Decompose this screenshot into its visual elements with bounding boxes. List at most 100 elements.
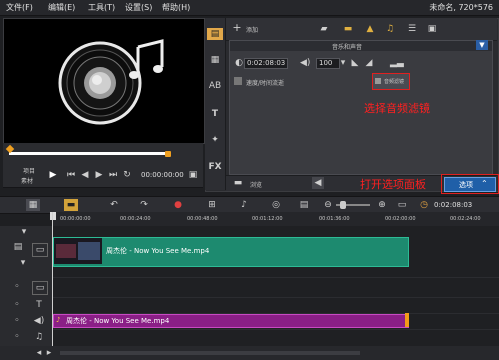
motion-track-icon[interactable]: ◎ bbox=[270, 199, 282, 211]
music-note-icon[interactable]: ♫ bbox=[384, 23, 396, 35]
duration-field[interactable]: 0:02:08:03 bbox=[244, 58, 289, 69]
image-filter-icon[interactable]: ▲ bbox=[364, 23, 376, 35]
add-icon[interactable]: + bbox=[232, 22, 242, 34]
menu-file[interactable]: 文件(F) bbox=[6, 2, 33, 13]
voice-icon[interactable]: ◀) bbox=[32, 315, 46, 327]
playhead[interactable] bbox=[50, 212, 56, 220]
speed-time-label[interactable]: 速度/时间流逝 bbox=[246, 78, 284, 87]
video-track-header[interactable]: ▤ ▭ ▾ bbox=[0, 237, 52, 278]
collapse-icon[interactable]: ▼ bbox=[476, 40, 488, 50]
overlay-track-icon[interactable]: ◦ bbox=[12, 281, 22, 293]
add-label[interactable]: 添加 bbox=[246, 25, 258, 34]
fade-out-icon[interactable]: ◢ bbox=[364, 57, 374, 69]
end-icon[interactable]: ⏭ bbox=[107, 169, 119, 181]
zoom-slider-handle[interactable] bbox=[340, 201, 346, 209]
graphics-icon[interactable]: ✦ bbox=[207, 134, 223, 146]
scrub-bar[interactable] bbox=[9, 152, 169, 155]
scroll-left-icon[interactable]: ◂ bbox=[34, 347, 44, 359]
audio-clip-icon: ♪ bbox=[56, 316, 61, 324]
next-frame-icon[interactable]: ▶ bbox=[93, 169, 105, 181]
redo-icon[interactable]: ↷ bbox=[138, 199, 150, 211]
video-track-icon[interactable]: ▤ bbox=[12, 241, 24, 253]
overlay-track-header[interactable]: ◦ ▭ bbox=[0, 277, 52, 298]
repeat-icon[interactable]: ↻ bbox=[121, 169, 133, 181]
audio-level-icon: ▂▃ bbox=[390, 58, 404, 68]
timeline-timecode[interactable]: 0:02:08:03 bbox=[434, 201, 472, 209]
menu-edit[interactable]: 编辑(E) bbox=[48, 2, 75, 13]
video-filter-icon[interactable]: ▬ bbox=[342, 23, 354, 35]
audio-clip[interactable]: ♪ 周杰伦 - Now You See Me.mp4 bbox=[53, 314, 409, 328]
home-icon[interactable]: ⏮ bbox=[65, 169, 77, 181]
timeline-scrollbar[interactable]: ◂ ▸ bbox=[0, 346, 499, 360]
folder-icon[interactable]: ▰ bbox=[318, 23, 330, 35]
media-icon[interactable]: ▤ bbox=[207, 28, 223, 40]
voice-track-header[interactable]: ◦ ◀) bbox=[0, 313, 52, 330]
preview-timecode[interactable]: 00:00:00:00 bbox=[141, 171, 184, 179]
fit-icon[interactable]: ▭ bbox=[396, 199, 408, 211]
music-sound-tab[interactable]: 音乐和声音 bbox=[332, 42, 362, 51]
film-icon[interactable]: ▤ bbox=[298, 199, 310, 211]
title-icon[interactable]: AB bbox=[207, 80, 223, 92]
storyboard-view-icon[interactable]: ▦ bbox=[26, 199, 40, 211]
title-track[interactable] bbox=[52, 297, 499, 314]
menu-help[interactable]: 帮助(H) bbox=[162, 2, 190, 13]
menu-settings[interactable]: 设置(S) bbox=[125, 2, 152, 13]
trim-end-marker[interactable] bbox=[165, 151, 171, 157]
track-expand-icon[interactable]: ▾ bbox=[18, 257, 28, 269]
overlay-track[interactable] bbox=[52, 277, 499, 298]
ruler-tick: 00:02:00:00 bbox=[385, 216, 416, 222]
options-button[interactable]: 选项 ⌃ bbox=[444, 177, 496, 192]
expand-icon: ⌃ bbox=[481, 179, 488, 188]
enlarge-icon[interactable]: ▣ bbox=[187, 169, 199, 181]
title-track-header[interactable]: ◦ T bbox=[0, 297, 52, 314]
timeline-view-icon[interactable]: ▬ bbox=[64, 199, 78, 211]
mixer-icon[interactable]: ⊞ bbox=[206, 199, 218, 211]
list-view-icon[interactable]: ☰ bbox=[406, 23, 418, 35]
film-icon[interactable]: ▭ bbox=[32, 243, 48, 257]
music-track-header[interactable]: ◦ ♫ bbox=[0, 329, 52, 347]
undo-icon[interactable]: ↶ bbox=[108, 199, 120, 211]
transition-icon[interactable]: ▦ bbox=[207, 54, 223, 66]
music-track-icon[interactable]: ◦ bbox=[12, 331, 22, 343]
scroll-right-icon[interactable]: ▸ bbox=[44, 347, 54, 359]
ruler-tick: 00:00:48:00 bbox=[187, 216, 218, 222]
fade-in-icon[interactable]: ◣ bbox=[350, 57, 360, 69]
library-toolbar: + 添加 ▰ ▬ ▲ ♫ ☰ ▣ bbox=[226, 18, 497, 41]
previous-frame-icon[interactable]: ◀ bbox=[79, 169, 91, 181]
volume-dropdown-icon[interactable]: ▾ bbox=[338, 57, 348, 69]
transport-bar: 项目 素材 ▶ ⏮ ◀ ▶ ⏭ ↻ 00:00:00:00 ▣ bbox=[3, 165, 203, 188]
volume-icon[interactable]: ◀) bbox=[300, 57, 310, 69]
play-icon[interactable]: ▶ bbox=[47, 169, 59, 181]
menu-tools[interactable]: 工具(T) bbox=[88, 2, 115, 13]
project-mode-label[interactable]: 项目 bbox=[23, 166, 35, 175]
thumbnail-view-icon[interactable]: ▣ bbox=[426, 23, 438, 35]
browse-label[interactable]: 浏览 bbox=[250, 180, 262, 189]
voice-track-icon[interactable]: ◦ bbox=[12, 315, 22, 327]
clip-mode-label[interactable]: 素材 bbox=[21, 176, 33, 185]
video-clip-label: 周杰伦 - Now You See Me.mp4 bbox=[106, 247, 210, 255]
browse-icon[interactable]: ▬ bbox=[232, 177, 244, 189]
title-track-icon[interactable]: ◦ bbox=[12, 299, 22, 311]
volume-field[interactable]: 100 bbox=[316, 58, 340, 69]
preview-window bbox=[3, 18, 205, 144]
scrub-area bbox=[3, 143, 203, 165]
scroll-left-icon[interactable]: ◀ bbox=[312, 177, 324, 189]
audio-filter-button[interactable]: 音频滤镜 bbox=[372, 73, 410, 90]
speaker-icon[interactable]: ◐ bbox=[234, 57, 244, 69]
overlay-icon[interactable]: ▭ bbox=[32, 281, 48, 295]
scrollbar-thumb[interactable] bbox=[60, 351, 360, 355]
speed-time-icon[interactable] bbox=[234, 77, 242, 85]
timecode-clock-icon: ◷ bbox=[420, 200, 428, 210]
zoom-in-icon[interactable]: ⊕ bbox=[376, 199, 388, 211]
zoom-out-icon[interactable]: ⊖ bbox=[322, 199, 334, 211]
text-icon[interactable]: T bbox=[32, 299, 46, 311]
auto-music-icon[interactable]: ♪ bbox=[238, 199, 250, 211]
text-icon[interactable]: T bbox=[207, 108, 223, 120]
timeline-ruler[interactable]: 00:00:00:00 00:00:24:00 00:00:48:00 00:0… bbox=[50, 212, 499, 226]
record-icon[interactable]: ● bbox=[172, 199, 184, 211]
fx-icon[interactable]: FX bbox=[207, 161, 223, 173]
music-note-icon[interactable]: ♫ bbox=[32, 331, 46, 343]
video-clip[interactable]: 周杰伦 - Now You See Me.mp4 bbox=[53, 237, 409, 267]
ruler-tick: 00:02:24:00 bbox=[450, 216, 481, 222]
audio-clip-end-handle[interactable] bbox=[405, 313, 409, 327]
